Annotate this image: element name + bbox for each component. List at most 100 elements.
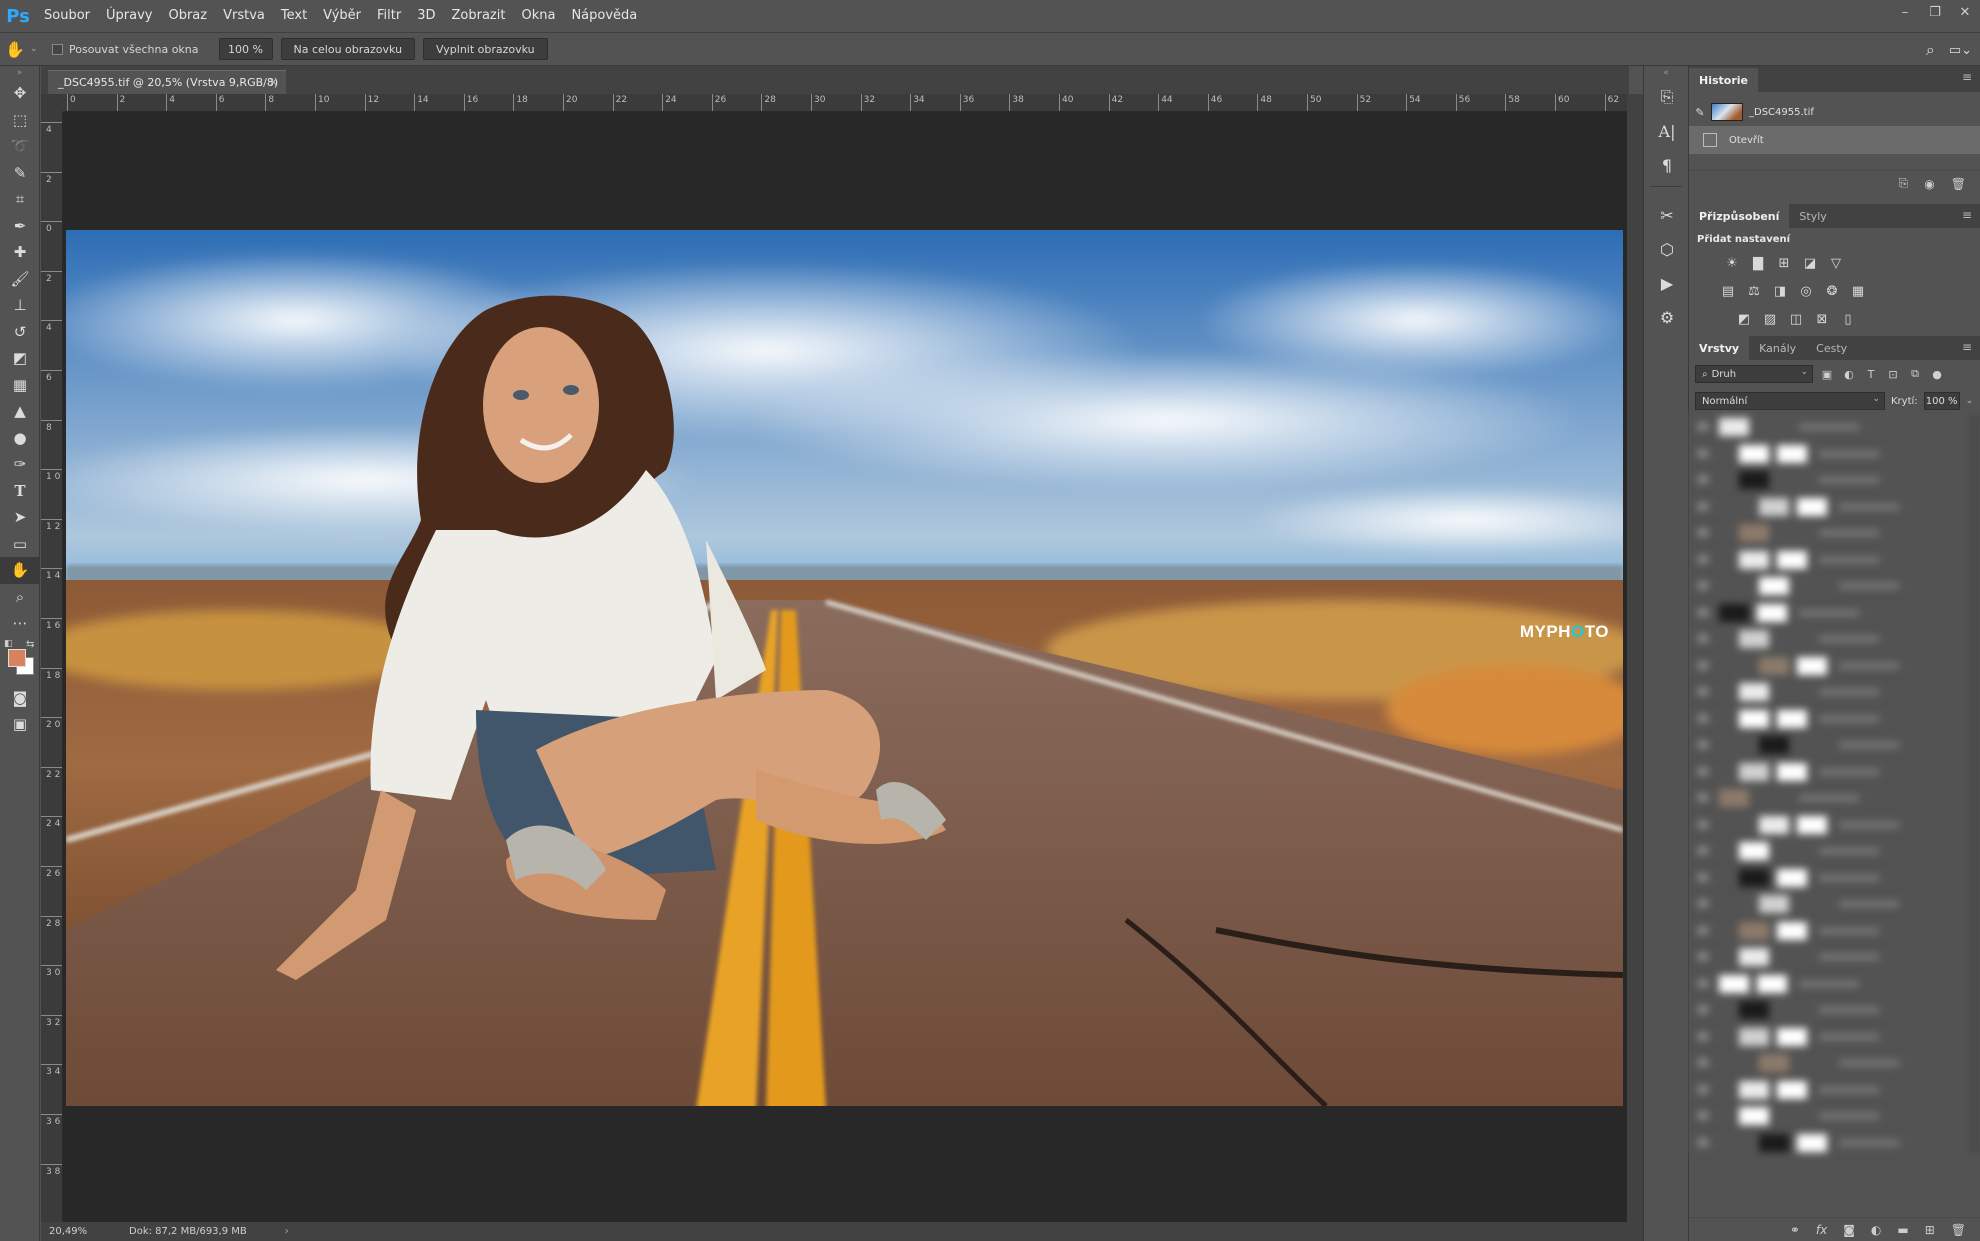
- menu-item-8[interactable]: Zobrazit: [444, 0, 514, 32]
- history-panel-icon[interactable]: ⎘: [1644, 80, 1690, 114]
- color-balance-icon[interactable]: ⚖: [1745, 283, 1763, 299]
- layer-row[interactable]: [1689, 414, 1961, 440]
- tab-adjustments[interactable]: Přizpůsobení: [1689, 204, 1790, 228]
- default-colors-icon[interactable]: ◧: [4, 639, 13, 649]
- visibility-eye-icon[interactable]: [1697, 422, 1709, 431]
- layer-row[interactable]: [1689, 494, 1961, 520]
- threshold-icon[interactable]: ◫: [1787, 311, 1805, 327]
- tab-history[interactable]: Historie: [1689, 68, 1758, 92]
- visibility-eye-icon[interactable]: [1697, 978, 1709, 988]
- layer-row[interactable]: [1689, 467, 1961, 493]
- tab-paths[interactable]: Cesty: [1806, 336, 1857, 360]
- panel-menu-icon[interactable]: ≡: [1962, 340, 1972, 354]
- more-tools-icon[interactable]: ⋯: [0, 610, 40, 637]
- close-button[interactable]: ✕: [1950, 0, 1980, 24]
- gradient-tool-icon[interactable]: ▦: [0, 372, 40, 399]
- layer-row[interactable]: [1689, 520, 1961, 546]
- layer-row[interactable]: [1689, 732, 1961, 758]
- visibility-eye-icon[interactable]: [1697, 713, 1709, 723]
- new-group-icon[interactable]: ▬: [1897, 1223, 1908, 1237]
- layer-row[interactable]: [1689, 997, 1961, 1023]
- menu-item-1[interactable]: Úpravy: [98, 0, 160, 32]
- screen-mode-icon[interactable]: ▣: [0, 711, 40, 738]
- new-layer-icon[interactable]: ⊞: [1925, 1223, 1935, 1237]
- type-tool-icon[interactable]: T: [0, 478, 40, 505]
- menu-item-3[interactable]: Vrstva: [215, 0, 273, 32]
- shape-filter-icon[interactable]: ⊡: [1885, 368, 1901, 381]
- menu-item-9[interactable]: Okna: [513, 0, 563, 32]
- hand-tool-icon[interactable]: ✋: [0, 557, 40, 584]
- layer-row[interactable]: [1689, 706, 1961, 732]
- foreground-color-swatch[interactable]: [8, 648, 26, 667]
- tab-styles[interactable]: Styly: [1789, 204, 1836, 228]
- crop-tool-icon[interactable]: ⌗: [0, 186, 40, 213]
- exposure-icon[interactable]: ◪: [1801, 255, 1819, 271]
- visibility-eye-icon[interactable]: [1697, 634, 1709, 643]
- dodge-tool-icon[interactable]: ●: [0, 425, 40, 452]
- type-filter-icon[interactable]: T: [1863, 368, 1879, 381]
- lasso-tool-icon[interactable]: ➰: [0, 133, 40, 160]
- opacity-input[interactable]: 100 %: [1923, 392, 1960, 410]
- visibility-eye-icon[interactable]: [1697, 528, 1709, 537]
- visibility-eye-icon[interactable]: [1697, 899, 1709, 908]
- levels-icon[interactable]: ▇: [1749, 255, 1767, 271]
- visibility-eye-icon[interactable]: [1697, 819, 1709, 829]
- visibility-eye-icon[interactable]: [1697, 448, 1709, 458]
- channel-mixer-icon[interactable]: ❂: [1823, 283, 1841, 299]
- eraser-tool-icon[interactable]: ◩: [0, 345, 40, 372]
- visibility-eye-icon[interactable]: [1697, 687, 1709, 696]
- menu-item-5[interactable]: Výběr: [315, 0, 369, 32]
- brush-tool-icon[interactable]: 🖌: [0, 266, 40, 293]
- swap-colors-icon[interactable]: ⇆: [26, 639, 34, 650]
- adjustment-filter-icon[interactable]: ◐: [1841, 368, 1857, 381]
- layer-row[interactable]: [1689, 1130, 1961, 1155]
- history-step[interactable]: Otevřít: [1689, 126, 1980, 154]
- hand-icon[interactable]: ✋: [0, 40, 30, 59]
- visibility-eye-icon[interactable]: [1697, 872, 1709, 882]
- add-mask-icon[interactable]: ◙: [1843, 1223, 1855, 1237]
- tool-preset-chevron-icon[interactable]: ⌄: [30, 44, 44, 54]
- minimize-button[interactable]: –: [1890, 0, 1920, 24]
- dock-grip[interactable]: «: [1644, 66, 1688, 80]
- canvas-scrollbar[interactable]: [1627, 94, 1643, 1222]
- history-brush-tool-icon[interactable]: ↺: [0, 319, 40, 346]
- actions-panel-icon[interactable]: ▶: [1644, 266, 1690, 300]
- panel-menu-icon[interactable]: ≡: [1962, 208, 1972, 222]
- workspace-icon[interactable]: ▭⌄: [1949, 43, 1972, 58]
- layer-row[interactable]: [1689, 600, 1961, 626]
- vibrance-icon[interactable]: ▽: [1827, 255, 1845, 271]
- layer-row[interactable]: [1689, 785, 1961, 811]
- panel-menu-icon[interactable]: ≡: [1962, 70, 1972, 84]
- visibility-eye-icon[interactable]: [1697, 607, 1709, 617]
- quick-select-tool-icon[interactable]: ✎: [0, 160, 40, 187]
- visibility-eye-icon[interactable]: [1697, 554, 1709, 564]
- character-panel-icon[interactable]: A|: [1644, 114, 1690, 148]
- fit-screen-button[interactable]: Na celou obrazovku: [280, 38, 416, 60]
- menu-item-10[interactable]: Nápověda: [563, 0, 645, 32]
- layer-row[interactable]: [1689, 441, 1961, 467]
- layer-kind-select[interactable]: ⌕ Druh ⌄: [1695, 365, 1813, 383]
- visibility-eye-icon[interactable]: [1697, 1084, 1709, 1094]
- selective-color-icon[interactable]: ⊠: [1813, 311, 1831, 327]
- history-snapshot[interactable]: ✎ _DSC4955.tif: [1689, 98, 1980, 126]
- move-tool-icon[interactable]: ✥: [0, 80, 40, 107]
- pen-tool-icon[interactable]: ✑: [0, 451, 40, 478]
- layer-row[interactable]: [1689, 812, 1961, 838]
- layers-list[interactable]: [1689, 414, 1980, 1154]
- layer-row[interactable]: [1689, 679, 1961, 705]
- menu-item-0[interactable]: Soubor: [36, 0, 98, 32]
- visibility-eye-icon[interactable]: [1697, 581, 1709, 590]
- invert-icon[interactable]: ◩: [1735, 311, 1753, 327]
- marquee-tool-icon[interactable]: ⬚: [0, 107, 40, 134]
- quick-mask-icon[interactable]: ◙: [0, 685, 40, 712]
- pixel-filter-icon[interactable]: ▣: [1819, 368, 1835, 381]
- properties-panel-icon[interactable]: ⚙: [1644, 300, 1690, 334]
- history-brush-icon[interactable]: ✎: [1689, 106, 1711, 119]
- gradient-map-icon[interactable]: ▯: [1839, 311, 1857, 327]
- close-icon[interactable]: ✕: [269, 76, 278, 89]
- chevron-down-icon[interactable]: ⌄: [1966, 396, 1974, 406]
- path-selection-tool-icon[interactable]: ➤: [0, 504, 40, 531]
- visibility-eye-icon[interactable]: [1697, 1111, 1709, 1120]
- menu-item-6[interactable]: Filtr: [369, 0, 409, 32]
- layer-row[interactable]: [1689, 918, 1961, 944]
